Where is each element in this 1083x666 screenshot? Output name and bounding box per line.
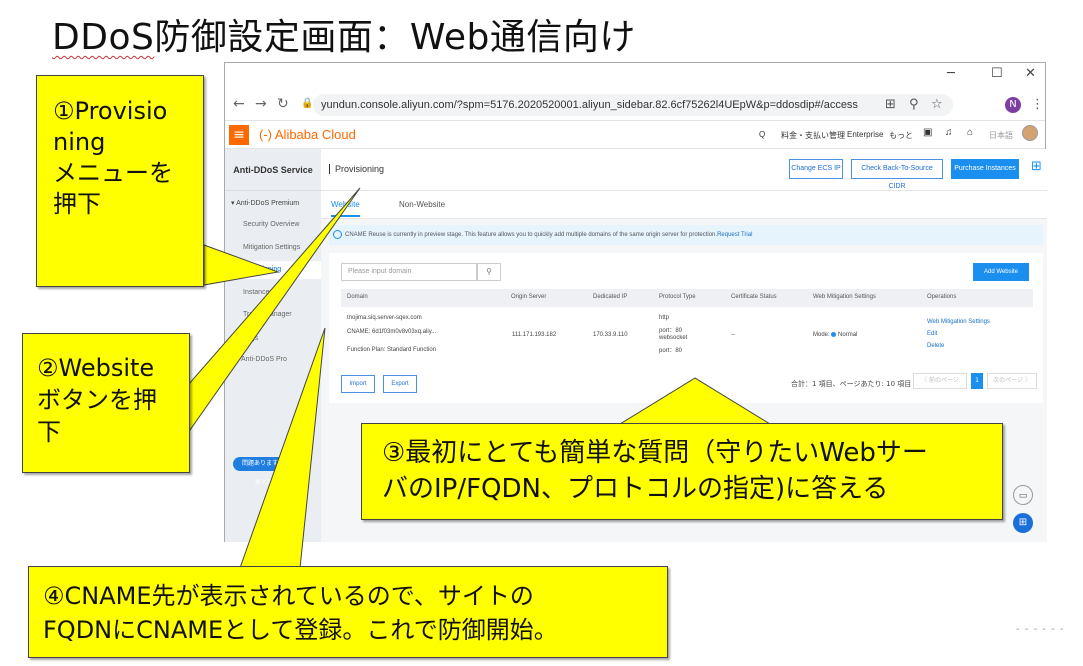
- callout-provisioning: ①Provisio ning メニューを 押下: [36, 75, 204, 287]
- callout3-line2: バのIP/FQDN、プロトコルの指定)に答える: [382, 474, 889, 504]
- callout-website: ②Website ボタンを押 下: [22, 333, 190, 473]
- callout2-line2: ボタンを押: [37, 386, 157, 414]
- callout2-line3: 下: [37, 418, 61, 446]
- pointer-3: [618, 377, 772, 425]
- callout1-line3: メニューを: [53, 159, 173, 187]
- pointer-1: [203, 244, 280, 286]
- callout1-line4: 押下: [53, 190, 101, 218]
- dashed-line: - - - - - -: [1016, 624, 1065, 635]
- callout4-line2: FQDNにCNAMEとして登録。これで防御開始。: [43, 616, 558, 644]
- callout4-line1: ④CNAME先が表示されているので、サイトの: [43, 582, 534, 610]
- callout1-line2: ning: [53, 128, 106, 156]
- callout3-line1: ③最初にとても簡単な質問（守りたいWebサー: [382, 438, 928, 468]
- callout1-line1: ①Provisio: [53, 97, 168, 125]
- callout-cname: ④CNAME先が表示されているので、サイトの FQDNにCNAMEとして登録。こ…: [28, 566, 668, 658]
- pointer-4: [239, 327, 326, 569]
- callout-questions: ③最初にとても簡単な質問（守りたいWebサー バのIP/FQDN、プロトコルの指…: [361, 423, 1003, 520]
- callout2-line1: ②Website: [37, 354, 155, 382]
